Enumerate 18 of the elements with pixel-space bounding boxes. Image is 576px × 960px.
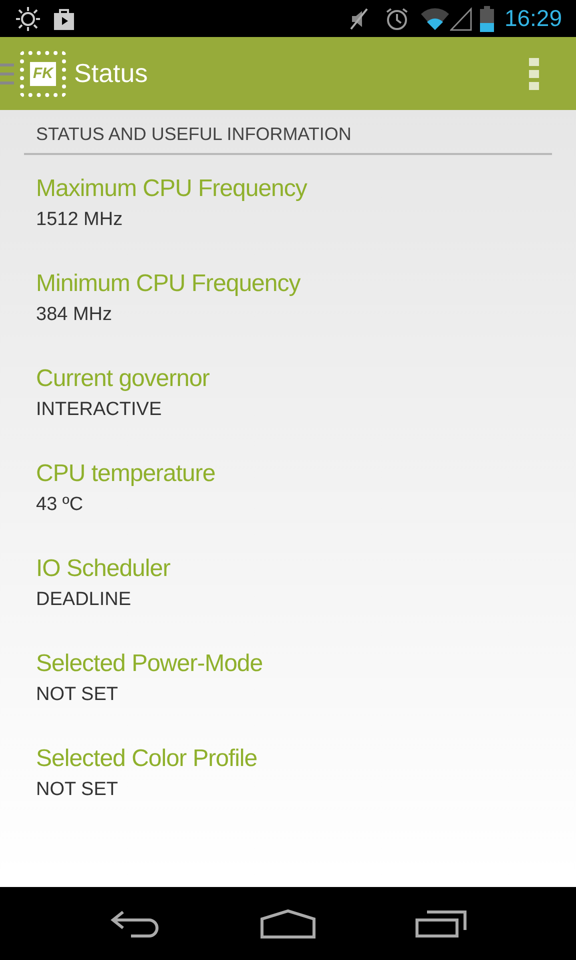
- setting-value: NOT SET: [36, 683, 119, 707]
- screen-title: Status: [74, 57, 148, 90]
- setting-title: Current governor: [36, 364, 210, 394]
- setting-value: 43 ºC: [36, 493, 84, 517]
- setting-title: IO Scheduler: [36, 554, 172, 584]
- setting-value: NOT SET: [36, 778, 119, 802]
- app-logo: FK: [20, 50, 66, 96]
- clock-time: 16:29: [504, 4, 562, 34]
- section-header: STATUS AND USEFUL INFORMATION: [36, 123, 352, 146]
- setting-title: CPU temperature: [36, 459, 216, 489]
- setting-title: Selected Power-Mode: [36, 649, 264, 679]
- setting-value: INTERACTIVE: [36, 398, 163, 422]
- setting-title: Selected Color Profile: [36, 744, 258, 774]
- setting-value: 384 MHz: [36, 303, 114, 327]
- setting-title: Minimum CPU Frequency: [36, 269, 302, 299]
- setting-value: DEADLINE: [36, 588, 132, 612]
- setting-title: Maximum CPU Frequency: [36, 174, 308, 204]
- setting-value: 1512 MHz: [36, 208, 124, 232]
